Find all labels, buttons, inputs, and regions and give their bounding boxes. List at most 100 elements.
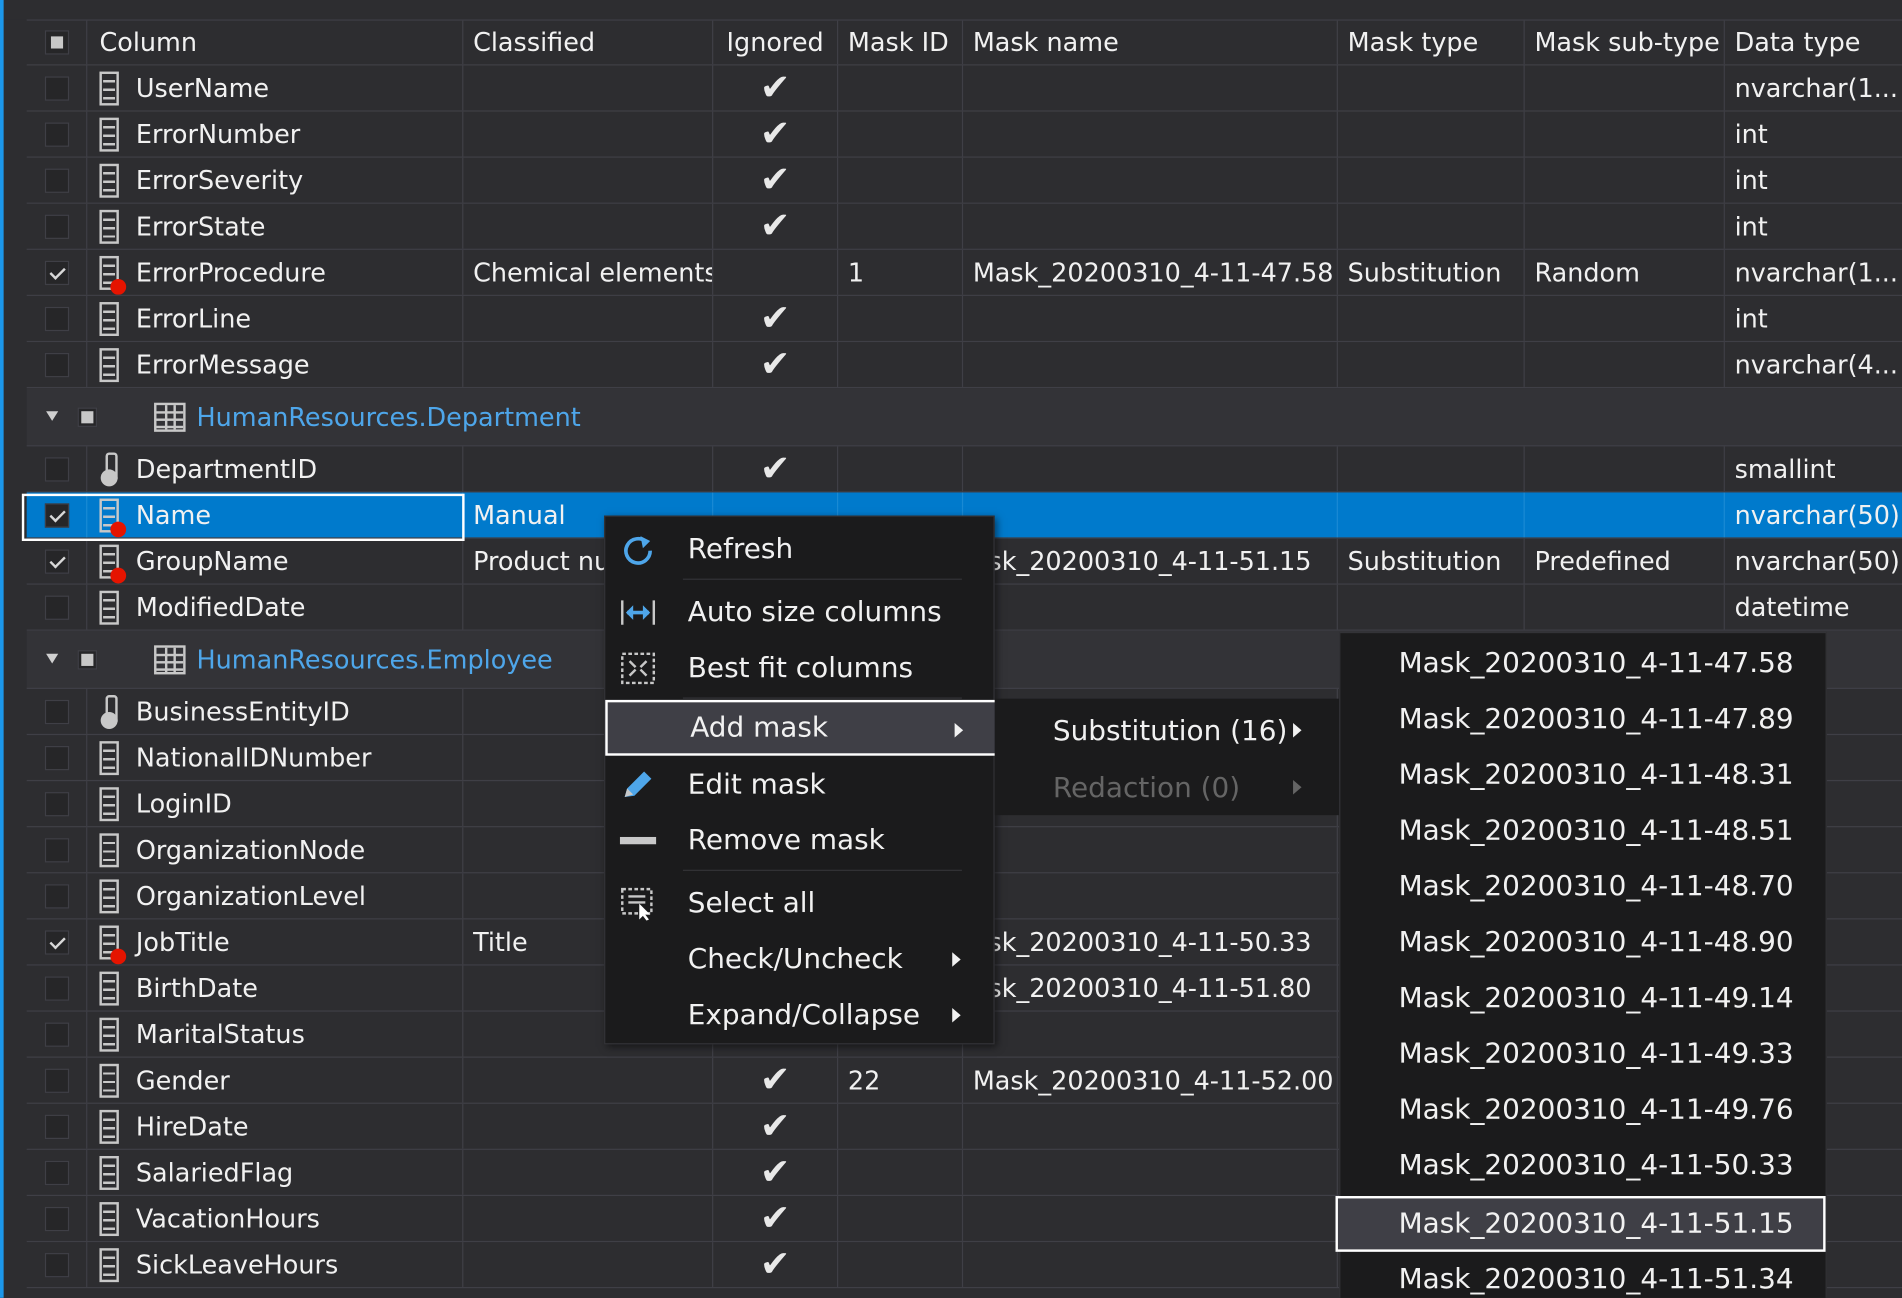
ignored-cell[interactable]: ✔ (713, 65, 839, 111)
row-checkbox[interactable] (44, 456, 69, 481)
row-checkbox-cell[interactable] (27, 446, 88, 492)
row-checkbox[interactable] (44, 1206, 69, 1231)
row-checkbox[interactable] (44, 121, 69, 147)
row-checkbox[interactable] (44, 306, 69, 331)
row-checkbox-cell[interactable] (27, 492, 88, 538)
row-checkbox[interactable] (44, 1021, 69, 1047)
menu-item-check-uncheck[interactable]: Check/Uncheck (605, 932, 993, 988)
row-checkbox-cell[interactable] (27, 735, 88, 780)
ignored-cell[interactable]: ✔ (713, 157, 839, 203)
group-table-name[interactable]: HumanResources.Department (197, 388, 581, 446)
row-checkbox[interactable] (44, 1068, 69, 1093)
row-checkbox[interactable] (44, 699, 69, 724)
table-group-row[interactable]: HumanResources.Department (26, 388, 1902, 447)
row-checkbox-cell[interactable] (27, 65, 88, 111)
menu-item-refresh[interactable]: Refresh (605, 522, 993, 578)
row-checkbox[interactable] (44, 929, 69, 955)
mask-option-highlighted[interactable]: Mask_20200310_4-11-51.15 (1335, 1196, 1826, 1252)
row-checkbox-cell[interactable] (27, 1103, 88, 1149)
row-checkbox[interactable] (44, 75, 69, 101)
mask-option[interactable]: Mask_20200310_4-11-47.58 (1340, 636, 1825, 692)
row-checkbox-cell[interactable] (27, 781, 88, 827)
mask-option[interactable]: Mask_20200310_4-11-49.76 (1340, 1082, 1825, 1138)
ignored-cell[interactable]: ✔ (713, 1103, 839, 1149)
row-checkbox-cell[interactable] (27, 1011, 88, 1057)
menu-item-select-all[interactable]: Select all (605, 876, 993, 932)
mask-option[interactable]: Mask_20200310_4-11-49.33 (1340, 1026, 1825, 1082)
header-mask-subtype[interactable]: Mask sub-type (1525, 20, 1725, 65)
menu-item-auto-size-columns[interactable]: Auto size columns (605, 585, 993, 641)
menu-item-edit-mask[interactable]: Edit mask (605, 757, 993, 813)
table-row[interactable]: DepartmentID ✔ smallint (26, 446, 1902, 493)
header-classified[interactable]: Classified (463, 20, 714, 65)
row-checkbox[interactable] (44, 837, 69, 862)
row-checkbox-cell[interactable] (27, 538, 88, 584)
row-checkbox-cell[interactable] (27, 873, 88, 919)
row-checkbox-cell[interactable] (27, 203, 88, 249)
group-table-name[interactable]: HumanResources.Employee (197, 631, 553, 689)
row-checkbox-cell[interactable] (27, 157, 88, 203)
menu-item-expand-collapse[interactable]: Expand/Collapse (605, 987, 993, 1043)
ignored-cell[interactable]: ✔ (713, 446, 839, 492)
group-checkbox[interactable] (77, 650, 98, 670)
header-mask-type[interactable]: Mask type (1338, 20, 1525, 65)
row-checkbox[interactable] (44, 745, 69, 770)
ignored-cell[interactable]: ✔ (713, 1242, 839, 1287)
row-checkbox[interactable] (44, 1252, 69, 1277)
ignored-cell[interactable]: ✔ (713, 1196, 839, 1241)
table-row[interactable]: ErrorMessage ✔ nvarchar(4... (26, 342, 1902, 389)
row-checkbox-cell[interactable] (27, 827, 88, 873)
row-checkbox-cell[interactable] (27, 1196, 88, 1241)
header-mask-id[interactable]: Mask ID (838, 20, 964, 65)
menu-item-remove-mask[interactable]: Remove mask (605, 813, 993, 869)
row-checkbox[interactable] (44, 883, 69, 908)
row-checkbox-cell[interactable] (27, 584, 88, 630)
table-row[interactable]: ErrorState ✔ int (26, 203, 1902, 250)
row-checkbox-cell[interactable] (27, 965, 88, 1011)
mask-option[interactable]: Mask_20200310_4-11-51.34 (1340, 1252, 1825, 1298)
row-checkbox-cell[interactable] (27, 342, 88, 387)
row-checkbox-cell[interactable] (27, 1149, 88, 1195)
submenu-item-substitution[interactable]: Substitution (16) (995, 702, 1339, 759)
table-row[interactable]: ErrorLine ✔ int (26, 295, 1902, 343)
menu-item-best-fit-columns[interactable]: Best fit columns (605, 640, 993, 696)
table-row[interactable]: ErrorSeverity ✔ int (26, 157, 1902, 204)
row-checkbox[interactable] (44, 975, 69, 1001)
row-checkbox-cell[interactable] (27, 249, 88, 295)
row-checkbox-cell[interactable] (27, 111, 88, 157)
row-checkbox[interactable] (44, 1114, 69, 1139)
table-row[interactable]: UserName ✔ nvarchar(1... (26, 65, 1902, 112)
header-select-all-checkbox[interactable] (27, 20, 88, 65)
mask-option[interactable]: Mask_20200310_4-11-50.33 (1340, 1138, 1825, 1194)
table-row[interactable]: ErrorNumber ✔ int (26, 111, 1902, 158)
header-data-type[interactable]: Data type (1725, 21, 1902, 65)
table-row[interactable]: ErrorProcedure Chemical elements 1 Mask_… (26, 249, 1902, 296)
row-checkbox-cell[interactable] (27, 295, 88, 341)
row-checkbox[interactable] (44, 791, 69, 816)
mask-option[interactable]: Mask_20200310_4-11-48.51 (1340, 803, 1825, 859)
mask-option[interactable]: Mask_20200310_4-11-47.89 (1340, 691, 1825, 747)
row-checkbox[interactable] (44, 548, 69, 574)
row-checkbox[interactable] (44, 594, 69, 620)
row-checkbox-cell[interactable] (27, 919, 88, 965)
row-checkbox[interactable] (44, 502, 69, 528)
ignored-cell[interactable]: ✔ (713, 203, 839, 249)
collapse-triangle-icon[interactable] (46, 653, 59, 664)
ignored-cell[interactable]: ✔ (713, 342, 839, 387)
ignored-cell[interactable]: ✔ (713, 111, 839, 157)
row-checkbox[interactable] (44, 352, 69, 377)
row-checkbox[interactable] (44, 214, 69, 239)
ignored-cell[interactable]: ✔ (713, 1057, 839, 1103)
mask-option[interactable]: Mask_20200310_4-11-48.31 (1340, 747, 1825, 803)
ignored-cell[interactable] (713, 249, 839, 295)
group-checkbox[interactable] (77, 407, 98, 427)
row-checkbox-cell[interactable] (27, 1242, 88, 1287)
collapse-triangle-icon[interactable] (46, 411, 59, 421)
row-checkbox-cell[interactable] (27, 688, 88, 734)
header-mask-name[interactable]: Mask name (963, 20, 1338, 65)
row-checkbox[interactable] (44, 1160, 69, 1185)
ignored-cell[interactable]: ✔ (713, 1149, 839, 1195)
mask-option[interactable]: Mask_20200310_4-11-48.70 (1340, 859, 1825, 915)
header-checkbox[interactable] (44, 30, 69, 55)
ignored-cell[interactable]: ✔ (713, 295, 839, 341)
